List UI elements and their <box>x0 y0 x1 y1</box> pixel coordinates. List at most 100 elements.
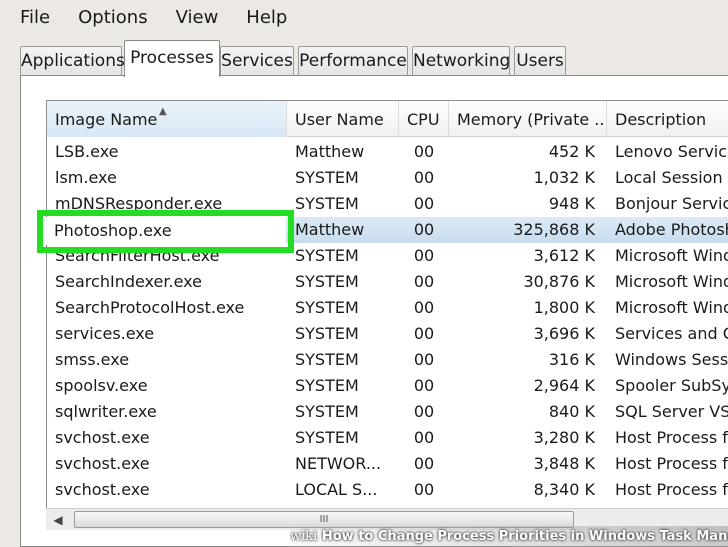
menu-view[interactable]: View <box>162 0 233 36</box>
cell-description: Lenovo Service <box>615 142 728 161</box>
menu-help[interactable]: Help <box>232 0 301 36</box>
tab-strip: Applications Processes Services Performa… <box>20 40 728 77</box>
cell-user: SYSTEM <box>295 298 359 317</box>
cell-description: Local Session M <box>615 168 728 187</box>
cell-cpu: 00 <box>413 402 435 421</box>
table-row[interactable]: SearchFilterHost.exe SYSTEM 00 3,612 K Micro… <box>47 243 728 269</box>
cell-user: SYSTEM <box>295 324 359 343</box>
cell-image: svchost.exe <box>55 428 150 447</box>
cell-image: sqlwriter.exe <box>55 402 157 421</box>
watermark: wiki How to Change Process Priorities in… <box>290 526 728 547</box>
cell-memory: 3,280 K <box>533 428 595 447</box>
cell-image: smss.exe <box>55 350 130 369</box>
cell-cpu: 00 <box>413 298 435 317</box>
column-header-memory[interactable]: Memory (Private ... <box>449 101 607 137</box>
table-row[interactable]: lsm.exe SYSTEM 00 1,032 K Local Session M <box>47 165 728 191</box>
cell-image: SearchIndexer.exe <box>55 272 202 291</box>
cell-user: SYSTEM <box>295 376 359 395</box>
cell-cpu: 00 <box>413 454 435 473</box>
cell-user: Matthew <box>295 220 365 239</box>
table-row[interactable]: SearchProtocolHost.exe SYSTEM 00 1,800 K Mic… <box>47 295 728 321</box>
tab-processes[interactable]: Processes <box>124 40 220 77</box>
cell-user: SYSTEM <box>295 428 359 447</box>
cell-memory: 30,876 K <box>523 272 595 291</box>
cell-description: Host Process fo <box>615 454 728 473</box>
watermark-text: How to Change Process Priorities in Wind… <box>321 529 728 544</box>
cell-user: SYSTEM <box>295 272 359 291</box>
cell-description: Spooler SubSys <box>615 376 728 395</box>
cell-user: SYSTEM <box>295 246 359 265</box>
cell-cpu: 00 <box>413 272 435 291</box>
cell-memory: 948 K <box>548 194 595 213</box>
column-header-cpu[interactable]: CPU <box>399 101 449 137</box>
column-header-description[interactable]: Description <box>607 101 728 137</box>
cell-description: SQL Server VSS <box>615 402 728 421</box>
menu-bar: File Options View Help <box>0 0 728 36</box>
table-row[interactable]: mDNSResponder.exe SYSTEM 00 948 K Bonjour Se… <box>47 191 728 217</box>
cell-description: Microsoft Windo <box>615 272 728 291</box>
tab-services[interactable]: Services <box>220 46 294 76</box>
cell-image: services.exe <box>55 324 155 343</box>
cell-user: NETWOR... <box>295 454 382 473</box>
table-row[interactable]: SearchIndexer.exe SYSTEM 00 30,876 K Microso… <box>47 269 728 295</box>
highlighted-process-name[interactable]: Photoshop.exe <box>54 217 172 245</box>
cell-description: Microsoft Windo <box>615 246 728 265</box>
column-header-label: Image Name <box>55 110 158 129</box>
cell-user: SYSTEM <box>295 168 359 187</box>
cell-image: SearchFilterHost.exe <box>55 246 220 265</box>
cell-description: Bonjour Service <box>615 194 728 213</box>
column-header-user-name[interactable]: User Name <box>287 101 399 137</box>
cell-memory: 325,868 K <box>513 220 595 239</box>
cell-cpu: 00 <box>413 324 435 343</box>
menu-file[interactable]: File <box>6 0 64 36</box>
tab-applications[interactable]: Applications <box>20 46 125 76</box>
cell-cpu: 00 <box>413 480 435 499</box>
cell-memory: 316 K <box>548 350 595 369</box>
cell-cpu: 00 <box>413 428 435 447</box>
cell-cpu: 00 <box>413 168 435 187</box>
cell-cpu: 00 <box>413 142 435 161</box>
cell-cpu: 00 <box>413 194 435 213</box>
cell-memory: 1,032 K <box>533 168 595 187</box>
cell-cpu: 00 <box>413 350 435 369</box>
table-row[interactable]: svchost.exe SYSTEM 00 3,280 K Host Process f… <box>47 425 728 451</box>
cell-image: SearchProtocolHost.exe <box>55 298 245 317</box>
cell-description: Host Process fo <box>615 428 728 447</box>
menu-options[interactable]: Options <box>64 0 161 36</box>
cell-memory: 2,964 K <box>533 376 595 395</box>
cell-memory: 452 K <box>548 142 595 161</box>
table-row[interactable]: svchost.exe LOCAL S... 00 8,340 K Host Proce… <box>47 477 728 503</box>
scroll-left-arrow-icon[interactable]: ◀ <box>50 512 66 528</box>
cell-description: Services and Co <box>615 324 728 343</box>
cell-cpu: 00 <box>413 376 435 395</box>
column-header-image-name[interactable]: Image Name ▲ <box>47 101 287 137</box>
cell-user: SYSTEM <box>295 194 359 213</box>
cell-description: Adobe Photosh <box>615 220 728 239</box>
tab-performance[interactable]: Performance <box>298 46 408 76</box>
tab-users[interactable]: Users <box>514 46 566 76</box>
table-row[interactable]: services.exe SYSTEM 00 3,696 K Services and … <box>47 321 728 347</box>
sort-ascending-icon: ▲ <box>159 106 167 117</box>
cell-image: svchost.exe <box>55 480 150 499</box>
cell-description: Windows Sessio <box>615 350 728 369</box>
process-list: Image Name ▲ User Name CPU Memory (Priva… <box>46 100 728 530</box>
cell-memory: 840 K <box>548 402 595 421</box>
table-row[interactable]: svchost.exe NETWOR... 00 3,848 K Host Proces… <box>47 451 728 477</box>
table-row[interactable]: LSB.exe Matthew 00 452 K Lenovo Service <box>47 139 728 165</box>
cell-user: Matthew <box>295 142 365 161</box>
table-row[interactable]: smss.exe SYSTEM 00 316 K Windows Sessio <box>47 347 728 373</box>
cell-memory: 3,848 K <box>533 454 595 473</box>
cell-image: lsm.exe <box>55 168 117 187</box>
cell-user: LOCAL S... <box>295 480 378 499</box>
tab-networking[interactable]: Networking <box>412 46 510 76</box>
cell-cpu: 00 <box>413 246 435 265</box>
cell-description: Host Process fo <box>615 480 728 499</box>
watermark-brand: wiki <box>290 529 318 544</box>
scroll-grip-icon: III <box>319 514 329 525</box>
cell-memory: 3,696 K <box>533 324 595 343</box>
column-header-row: Image Name ▲ User Name CPU Memory (Priva… <box>47 101 728 137</box>
cell-image: svchost.exe <box>55 454 150 473</box>
table-row[interactable]: sqlwriter.exe SYSTEM 00 840 K SQL Server VSS <box>47 399 728 425</box>
cell-memory: 3,612 K <box>533 246 595 265</box>
table-row[interactable]: spoolsv.exe SYSTEM 00 2,964 K Spooler SubSys <box>47 373 728 399</box>
